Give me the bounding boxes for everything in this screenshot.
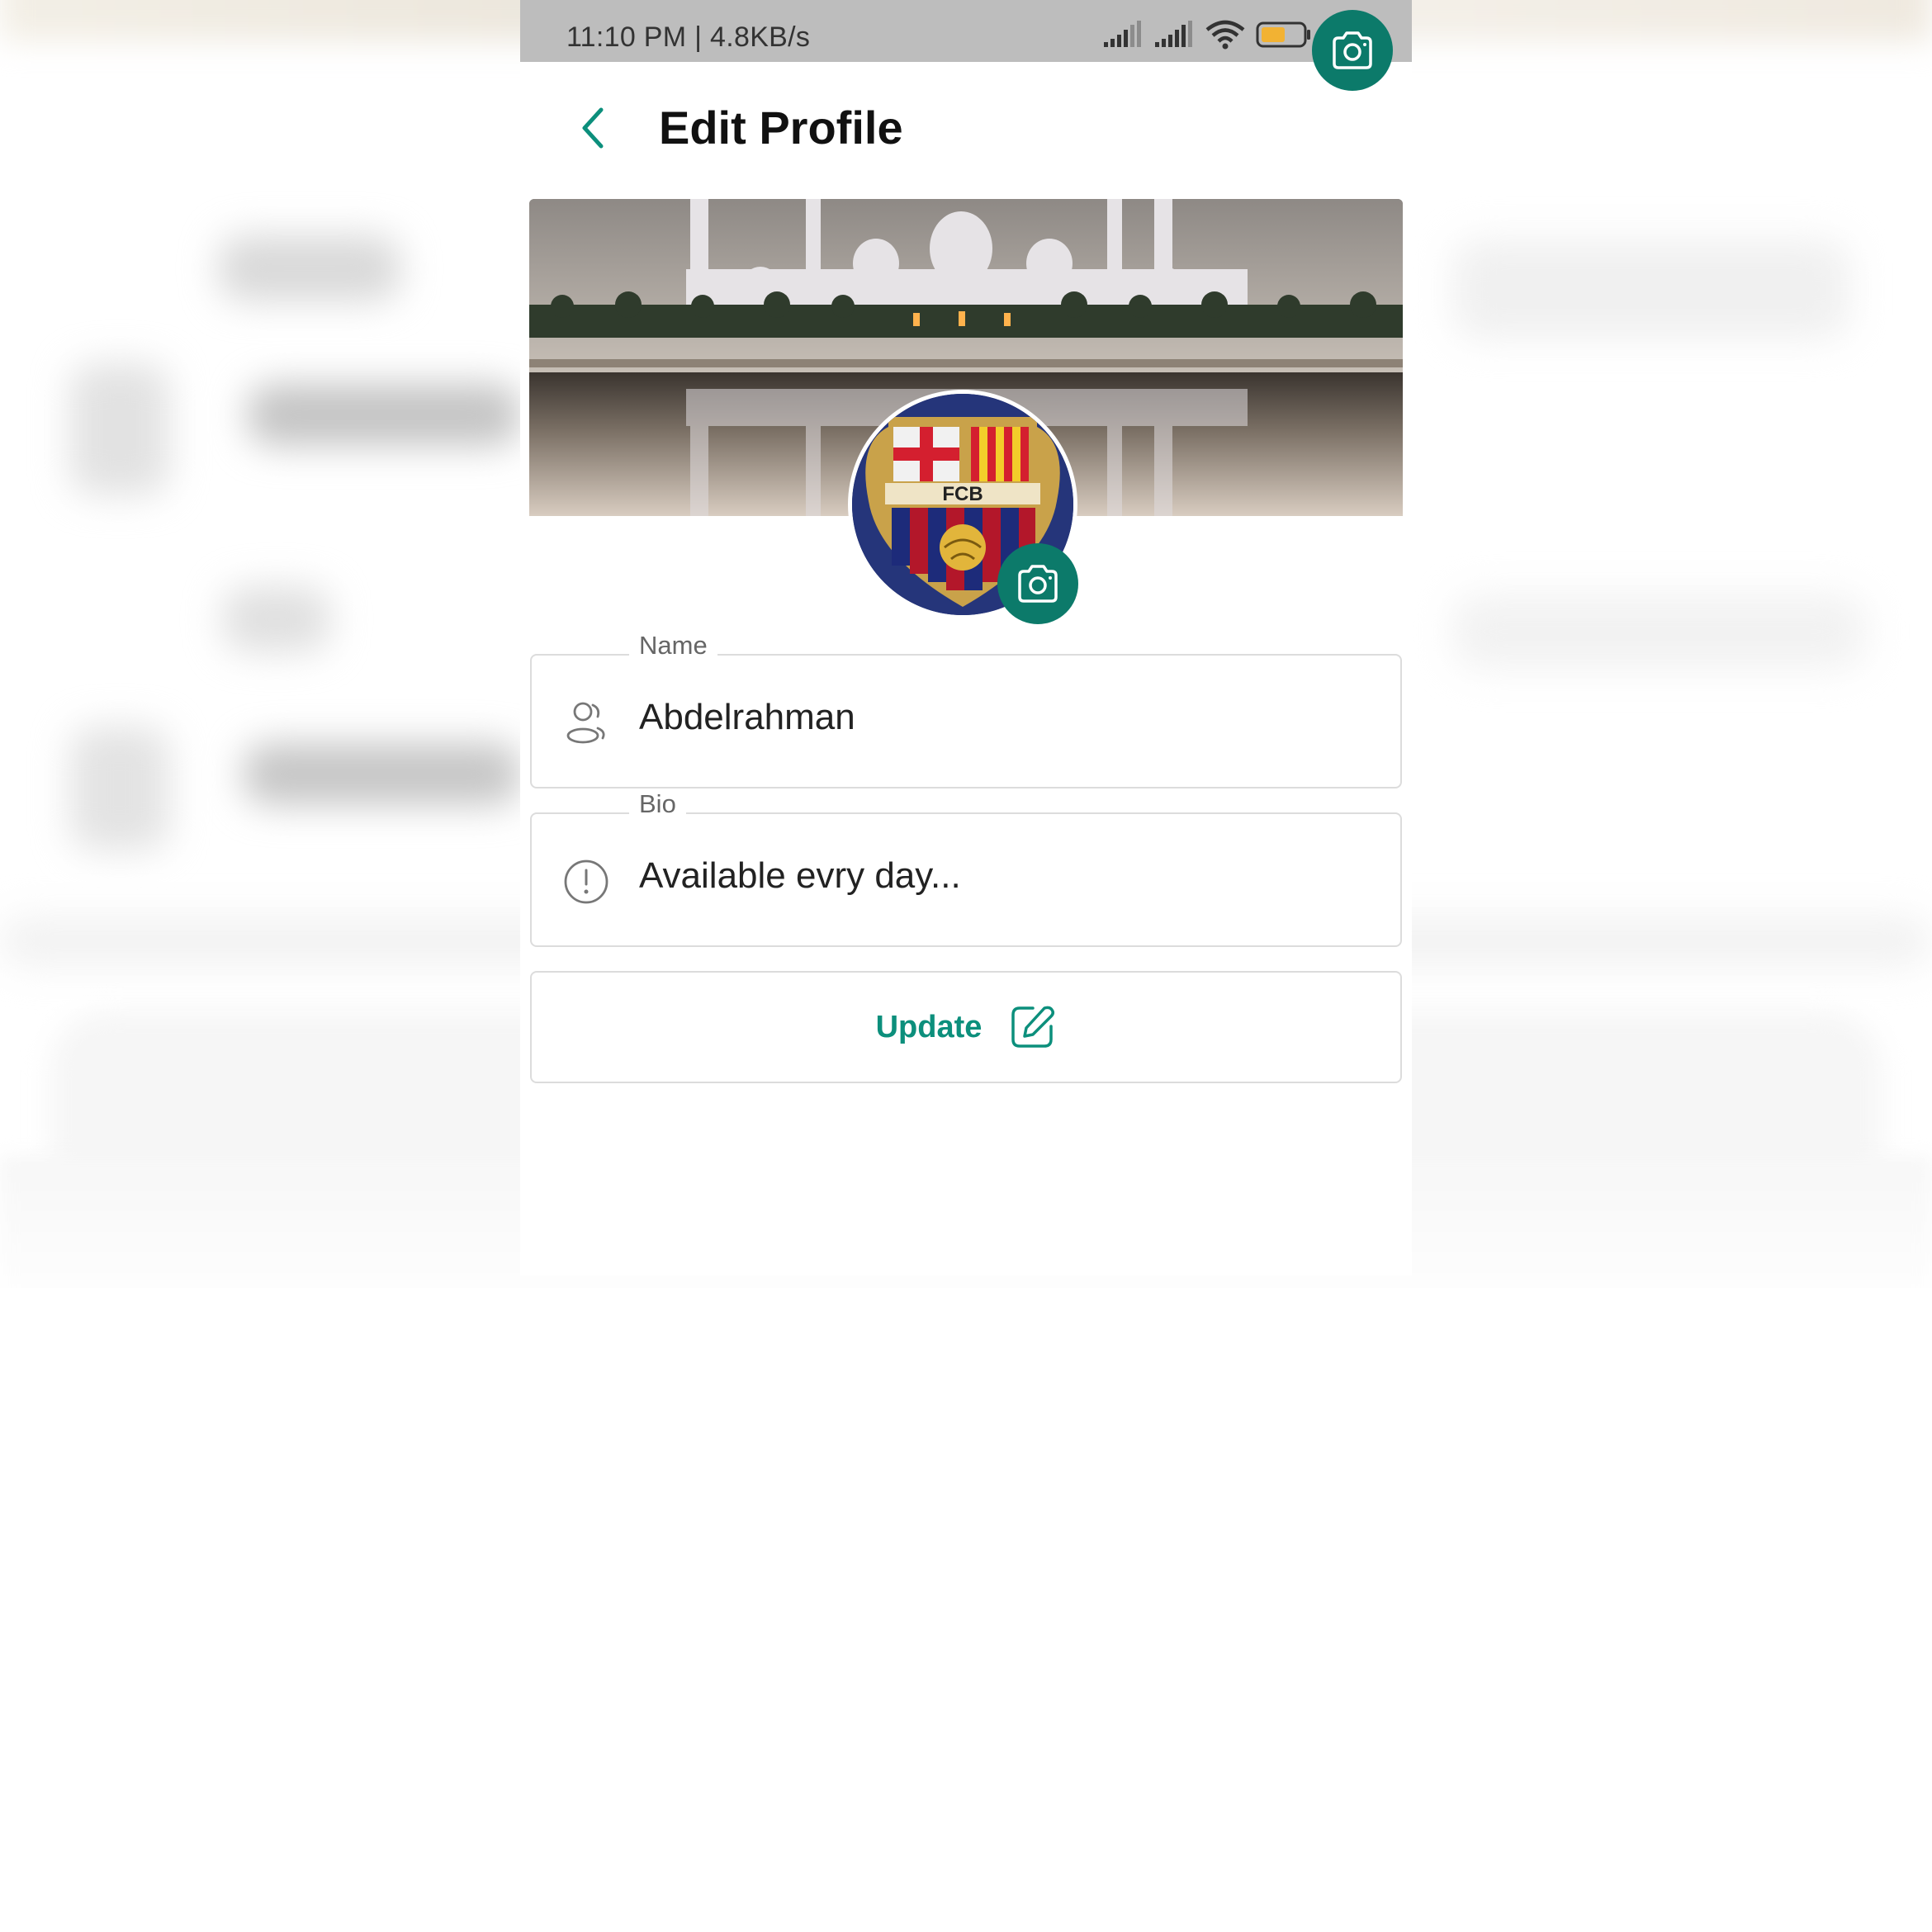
bio-value: Available evry day... xyxy=(639,855,961,896)
info-circle-icon xyxy=(564,859,608,904)
page-title: Edit Profile xyxy=(659,102,903,154)
bio-field[interactable]: Bio Available evry day... xyxy=(530,789,1402,947)
wifi-icon xyxy=(1205,20,1245,50)
update-label: Update xyxy=(875,1009,983,1044)
edit-icon xyxy=(1011,1006,1055,1048)
background-shape xyxy=(244,743,520,805)
name-field[interactable]: Name Abdelrahman xyxy=(530,631,1402,788)
background-shape xyxy=(223,586,330,652)
user-group-icon xyxy=(566,702,605,744)
camera-icon xyxy=(1018,565,1058,603)
background-shape xyxy=(219,235,400,301)
name-value: Abdelrahman xyxy=(639,697,855,737)
back-button[interactable] xyxy=(568,99,618,157)
signal-icon xyxy=(1154,21,1192,47)
chevron-left-icon xyxy=(582,107,604,149)
header: Edit Profile xyxy=(520,91,1412,165)
background-shape xyxy=(1453,594,1866,669)
camera-icon xyxy=(1333,31,1372,69)
name-label: Name xyxy=(629,631,717,661)
status-bar: 11:10 PM | 4.8KB/s xyxy=(520,0,1412,62)
battery-icon xyxy=(1256,21,1310,48)
background-shape xyxy=(70,363,169,495)
background-shape xyxy=(248,384,520,446)
background-shape xyxy=(70,727,169,850)
change-cover-button[interactable] xyxy=(1312,10,1393,91)
signal-icon xyxy=(1103,21,1141,47)
background-shape xyxy=(1453,239,1849,339)
update-button[interactable]: Update xyxy=(530,971,1402,1083)
change-avatar-button[interactable] xyxy=(997,543,1078,624)
phone-screen: 11:10 PM | 4.8KB/s Edit Profile FCB Name… xyxy=(520,0,1412,1276)
status-time: 11:10 PM | 4.8KB/s xyxy=(566,21,811,53)
crest-text: FCB xyxy=(942,483,983,505)
bio-label: Bio xyxy=(629,789,686,819)
